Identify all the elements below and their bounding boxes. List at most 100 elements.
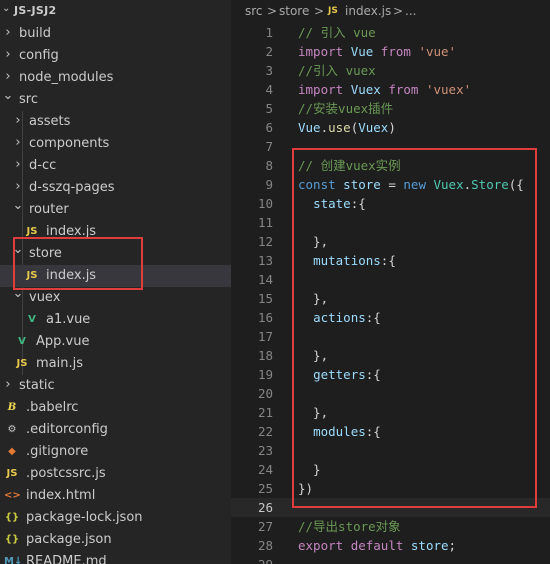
folder-tree-item[interactable]: ⌄ src <box>0 88 231 111</box>
folder-tree-item[interactable]: › d-sszq-pages <box>0 177 231 199</box>
folder-tree-item[interactable]: › node_modules <box>0 67 231 89</box>
code-line[interactable]: 9 const store = new Vuex.Store({ <box>231 175 550 194</box>
code-line[interactable]: 10 state:{ <box>231 194 550 213</box>
chevron-right-icon: › <box>15 179 21 194</box>
code-token: default <box>350 538 404 553</box>
file-tree-item[interactable]: {} package.json <box>0 529 231 551</box>
code-line[interactable]: 19 getters:{ <box>231 365 550 384</box>
code-editor[interactable]: src > store > JS index.js > ... 1 // 引入 v… <box>231 0 550 564</box>
folder-tree-item[interactable]: ⌄ router <box>0 198 231 221</box>
folder-tree-item[interactable]: › d-cc <box>0 155 231 177</box>
folder-tree-item[interactable]: ⌄ vuex <box>0 286 231 309</box>
file-tree-item[interactable]: V App.vue <box>0 331 231 353</box>
code-line[interactable]: 24 } <box>231 460 550 479</box>
code-line[interactable]: 7 <box>231 137 550 156</box>
code-token: export <box>298 538 344 553</box>
file-tree-item[interactable]: ⚙ .editorconfig <box>0 419 231 441</box>
code-line[interactable]: 5 //安装vuex插件 <box>231 99 550 118</box>
breadcrumb-folder-src[interactable]: src <box>245 4 263 18</box>
code-token: :{ <box>350 196 366 211</box>
line-number: 28 <box>257 538 273 553</box>
code-line[interactable]: 11 <box>231 213 550 232</box>
breadcrumb-file[interactable]: index.js <box>345 4 391 18</box>
code-line[interactable]: 21 }, <box>231 403 550 422</box>
file-tree-item[interactable]: JS .postcssrc.js <box>0 463 231 485</box>
code-line[interactable]: 23 <box>231 441 550 460</box>
chevron-right-icon: › <box>15 113 21 128</box>
code-token: import <box>298 44 344 59</box>
tree-item-label: App.vue <box>36 334 90 349</box>
code-token: :{ <box>365 367 381 382</box>
code-line[interactable]: 13 mutations:{ <box>231 251 550 270</box>
code-token: // 引入 vue <box>298 25 376 40</box>
code-line[interactable]: 22 modules:{ <box>231 422 550 441</box>
code-token: store <box>343 177 381 192</box>
tree-item-label: package.json <box>26 532 112 547</box>
folder-tree-item[interactable]: ⌄ store <box>0 242 231 265</box>
project-header[interactable]: ⌄ JS-JSJ2 <box>0 0 231 22</box>
file-tree-item[interactable]: JS main.js <box>0 353 231 375</box>
code-line[interactable]: 4 import Vuex from 'vuex' <box>231 80 550 99</box>
code-token: }, <box>298 405 329 420</box>
code-line[interactable]: 15 }, <box>231 289 550 308</box>
code-token: modules <box>313 424 366 439</box>
code-line[interactable]: 6 Vue.use(Vuex) <box>231 118 550 137</box>
code-text: } <box>298 460 321 479</box>
code-line[interactable]: 8 // 创建vuex实例 <box>231 156 550 175</box>
code-line[interactable]: 17 <box>231 327 550 346</box>
file-tree-item[interactable]: JS index.js <box>0 265 231 287</box>
folder-tree-item[interactable]: › config <box>0 45 231 67</box>
line-number: 27 <box>257 519 273 534</box>
line-number: 12 <box>257 234 273 249</box>
file-tree-item[interactable]: <> index.html <box>0 485 231 507</box>
file-tree-item[interactable]: {} package-lock.json <box>0 507 231 529</box>
code-line[interactable]: 29 <box>231 555 550 564</box>
code-line[interactable]: 27 //导出store对象 <box>231 517 550 536</box>
file-tree-item[interactable]: M↓ README.md <box>0 551 231 564</box>
code-token: getters <box>313 367 366 382</box>
tree-item-label: store <box>29 246 62 261</box>
project-title: JS-JSJ2 <box>14 4 57 17</box>
code-line[interactable]: 3 //引入 vuex <box>231 61 550 80</box>
breadcrumb-symbols[interactable]: ... <box>405 4 416 18</box>
file-tree-item[interactable]: Va1.vue <box>0 309 231 331</box>
file-tree-item[interactable]: ◆ .gitignore <box>0 441 231 463</box>
code-line[interactable]: 20 <box>231 384 550 403</box>
code-line[interactable]: 12 }, <box>231 232 550 251</box>
file-tree-item[interactable]: JS index.js <box>0 221 231 243</box>
folder-tree-item[interactable]: › build <box>0 23 231 45</box>
code-line[interactable]: 14 <box>231 270 550 289</box>
line-number: 21 <box>257 405 273 420</box>
code-text: getters:{ <box>298 365 381 384</box>
code-token: :{ <box>365 310 381 325</box>
breadcrumb: src > store > JS index.js > ... <box>231 0 550 22</box>
code-line[interactable]: 25}) <box>231 479 550 498</box>
code-line[interactable]: 18 }, <box>231 346 550 365</box>
breadcrumb-separator: > <box>267 4 278 18</box>
tree-item-label: .gitignore <box>26 444 89 459</box>
code-line[interactable]: 26 <box>231 498 550 517</box>
folder-tree-item[interactable]: › static <box>0 375 231 397</box>
js-file-icon: JS <box>16 358 28 369</box>
breadcrumb-folder-store[interactable]: store <box>279 4 309 18</box>
code-line[interactable]: 2 import Vue from 'vue' <box>231 42 550 61</box>
line-number: 22 <box>257 424 273 439</box>
file-tree-item[interactable]: B .babelrc <box>0 397 231 419</box>
line-number: 2 <box>265 44 273 59</box>
code-line[interactable]: 16 actions:{ <box>231 308 550 327</box>
code-line[interactable]: 28 export default store; <box>231 536 550 555</box>
code-line[interactable]: 1 // 引入 vue <box>231 23 550 42</box>
code-token: 'vuex' <box>425 82 472 97</box>
code-token: import <box>298 82 344 97</box>
tree-item-label: build <box>19 26 51 41</box>
code-token: const <box>298 177 336 192</box>
code-token: from <box>380 44 411 59</box>
line-number: 8 <box>265 158 273 173</box>
folder-tree-item[interactable]: › assets <box>0 111 231 133</box>
line-number: 23 <box>257 443 273 458</box>
folder-tree-item[interactable]: › components <box>0 133 231 155</box>
line-number: 20 <box>257 386 273 401</box>
html-file-icon: <> <box>4 490 21 501</box>
